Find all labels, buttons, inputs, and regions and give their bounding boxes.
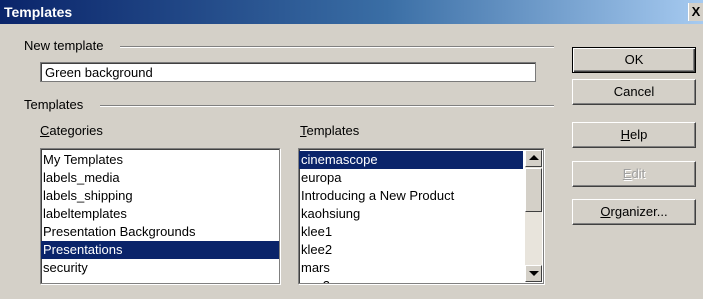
scroll-up-button[interactable] [525,150,542,167]
template-item[interactable]: europa [299,169,523,187]
template-item[interactable]: Introducing a New Product [299,187,523,205]
category-item[interactable]: My Templates [41,151,279,169]
organizer-mnemonic: O [600,204,611,219]
category-item[interactable]: labels_media [41,169,279,187]
scroll-thumb[interactable] [525,168,542,212]
help-label: elp [630,127,648,142]
organizer-label: rganizer... [610,204,668,219]
dialog-title: Templates [4,4,73,20]
template-item[interactable]: klee1 [299,223,523,241]
new-template-group-label: New template [24,38,104,53]
categories-label: Categories [40,123,103,138]
scroll-down-button[interactable] [525,265,542,282]
category-item[interactable]: security [41,259,279,277]
arrow-up-icon [529,155,539,160]
templates-group-label: Templates [24,97,84,112]
category-item[interactable]: labeltemplates [41,205,279,223]
ok-button[interactable]: OK [572,47,696,73]
categories-label-mnemonic: C [40,123,50,138]
templates-scrollbar[interactable] [525,150,542,282]
help-mnemonic: H [620,127,631,142]
template-name-input[interactable] [40,62,536,82]
template-item[interactable]: nup2 [299,277,523,283]
help-button[interactable]: Help [572,122,696,148]
organizer-button[interactable]: Organizer... [572,199,696,225]
close-icon[interactable]: X [688,3,703,21]
templates-list[interactable]: cinemascope europa Introducing a New Pro… [298,148,544,284]
template-item[interactable]: klee2 [299,241,523,259]
templates-separator [100,105,554,107]
category-item-selected[interactable]: Presentations [41,241,279,259]
templates-list-label: Templates [300,123,359,138]
category-item[interactable]: labels_shipping [41,187,279,205]
new-template-separator [120,46,554,48]
categories-list[interactable]: My Templates labels_media labels_shippin… [40,148,280,284]
cancel-button[interactable]: Cancel [572,79,696,105]
edit-label: dit [631,166,646,181]
template-item[interactable]: kaohsiung [299,205,523,223]
categories-label-text: ategories [49,123,103,138]
template-item-selected[interactable]: cinemascope [299,151,523,169]
edit-button[interactable]: Edit [572,161,696,187]
template-item[interactable]: mars [299,259,523,277]
title-bar: Templates X [0,0,703,24]
category-item[interactable]: Presentation Backgrounds [41,223,279,241]
arrow-down-icon [529,271,539,276]
templates-list-label-text: emplates [306,123,360,138]
